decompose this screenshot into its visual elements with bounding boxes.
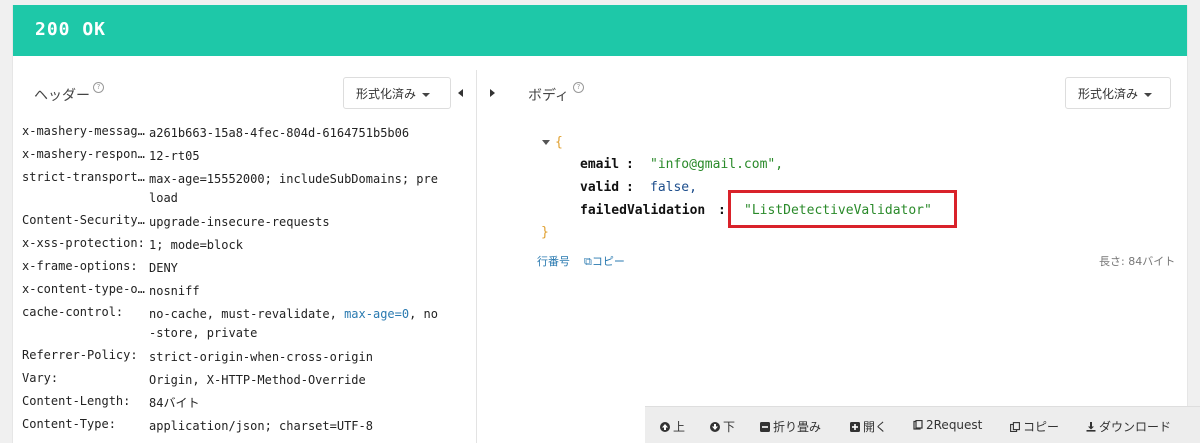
- collapse-left-icon[interactable]: [458, 89, 463, 97]
- document-icon: [913, 420, 923, 430]
- headers-format-dropdown[interactable]: 形式化済み: [343, 77, 451, 109]
- copy-body-link[interactable]: ⧉コピー: [584, 253, 625, 269]
- open-button[interactable]: 開く: [850, 418, 887, 435]
- header-key: x-frame-options:: [22, 259, 138, 273]
- header-key: Referrer-Policy:: [22, 348, 138, 362]
- header-value: Origin, X-HTTP-Method-Override: [149, 373, 366, 387]
- download-icon: [1086, 422, 1096, 432]
- expand-right-icon[interactable]: [490, 89, 495, 97]
- body-title: ボディ: [528, 88, 570, 104]
- caret-down-icon: [1144, 92, 1153, 97]
- help-icon[interactable]: ?: [93, 82, 104, 93]
- json-colon: :: [718, 203, 726, 218]
- header-value: strict-origin-when-cross-origin: [149, 350, 373, 364]
- status-bar: 200 OK: [13, 5, 1187, 56]
- copy-label: コピー: [1023, 420, 1060, 434]
- header-value: nosniff: [149, 284, 200, 298]
- scroll-down-button[interactable]: 下: [710, 418, 735, 435]
- json-colon: :: [626, 157, 634, 172]
- json-key-failed-validation: failedValidation: [580, 203, 706, 218]
- panel-divider[interactable]: [476, 70, 477, 443]
- arrow-up-circle-icon: [660, 422, 670, 432]
- minus-square-icon: [760, 422, 770, 432]
- body-format-label: 形式化済み: [1078, 87, 1139, 101]
- download-button[interactable]: ダウンロード: [1086, 418, 1171, 435]
- copy-button[interactable]: コピー: [1010, 418, 1059, 435]
- header-key: x-xss-protection:: [22, 236, 145, 250]
- header-key: Content-Security…: [22, 213, 145, 227]
- header-key: strict-transport…: [22, 170, 145, 184]
- body-length: 長さ: 84バイト: [1099, 255, 1176, 268]
- max-age-link[interactable]: max-age=0: [344, 307, 409, 321]
- json-value-email: "info@gmail.com",: [650, 157, 784, 172]
- header-key: Content-Length:: [22, 394, 131, 408]
- headers-title: ヘッダー: [34, 88, 90, 104]
- headers-format-label: 形式化済み: [356, 87, 417, 101]
- request-button[interactable]: 2Request: [913, 418, 982, 432]
- header-value: application/json; charset=UTF-8: [149, 419, 373, 433]
- json-key-email: email: [580, 157, 620, 172]
- header-value: a261b663-15a8-4fec-804d-6164751b5b06: [149, 126, 410, 140]
- copy-body-label: コピー: [591, 255, 625, 268]
- header-value: 1; mode=block: [149, 238, 243, 252]
- help-icon[interactable]: ?: [573, 82, 584, 93]
- scroll-down-label: 下: [723, 420, 736, 434]
- header-value: no-cache, must-revalidate, max-age=0, no…: [149, 305, 441, 343]
- header-key: x-content-type-o…: [22, 282, 145, 296]
- collapse-json-icon[interactable]: [542, 140, 550, 145]
- header-value-part: no-cache, must-revalidate,: [149, 307, 345, 321]
- body-format-dropdown[interactable]: 形式化済み: [1065, 77, 1171, 109]
- open-label: 開く: [863, 420, 888, 434]
- header-key: Content-Type:: [22, 417, 116, 431]
- caret-down-icon: [422, 92, 431, 97]
- header-key: cache-control:: [22, 305, 124, 319]
- scroll-up-button[interactable]: 上: [660, 418, 685, 435]
- arrow-down-circle-icon: [710, 422, 720, 432]
- highlight-annotation: [728, 190, 957, 228]
- header-value: DENY: [149, 261, 178, 275]
- copy-icon: [1010, 422, 1020, 432]
- fold-label: 折り畳み: [773, 420, 822, 434]
- bottom-toolbar: 上 下 折り畳み 開く 2Request コピー ダウンロード: [645, 406, 1200, 443]
- json-key-valid: valid: [580, 180, 620, 195]
- header-key: Vary:: [22, 371, 59, 385]
- line-numbers-link[interactable]: 行番号: [537, 253, 570, 269]
- json-open-brace: {: [555, 135, 563, 150]
- header-value: 12-rt05: [149, 149, 200, 163]
- status-text: 200 OK: [35, 19, 107, 40]
- copy-icon: ⧉: [584, 255, 592, 268]
- json-close-brace: }: [541, 225, 549, 240]
- header-value: 84バイト: [149, 396, 200, 410]
- fold-button[interactable]: 折り畳み: [760, 418, 821, 435]
- plus-square-icon: [850, 422, 860, 432]
- json-value-valid: false,: [650, 180, 697, 195]
- json-colon: :: [626, 180, 634, 195]
- header-value: max-age=15552000; includeSubDomains; pre…: [149, 172, 438, 205]
- download-label: ダウンロード: [1099, 420, 1172, 434]
- header-key: x-mashery-messag…: [22, 124, 145, 138]
- header-key: x-mashery-respon…: [22, 147, 145, 161]
- request-label: 2Request: [926, 418, 983, 432]
- header-value: upgrade-insecure-requests: [149, 215, 330, 229]
- scroll-up-label: 上: [673, 420, 686, 434]
